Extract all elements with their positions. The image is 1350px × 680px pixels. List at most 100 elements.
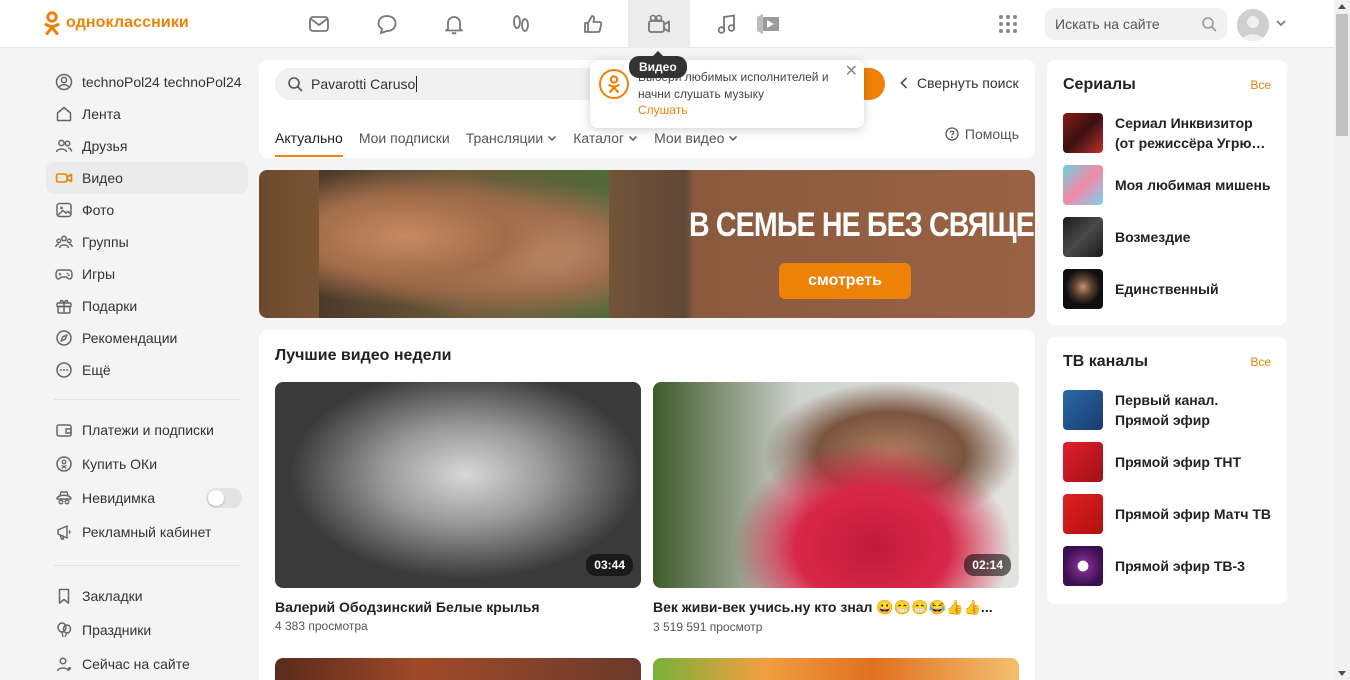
serial-item[interactable]: Сериал Инквизитор (от режиссёра Угрю… <box>1063 113 1275 153</box>
video-card[interactable]: 03:44 Валерий Ободзинский Белые крылья 4… <box>275 382 641 633</box>
sidebar-item-video[interactable]: Видео <box>46 162 248 194</box>
help-button[interactable]: Помощь <box>945 126 1019 142</box>
sidebar-item-ad-cabinet[interactable]: Рекламный кабинет <box>46 515 248 549</box>
tv-channel-item[interactable]: Прямой эфир ТВ-3 <box>1063 546 1275 586</box>
wallet-icon <box>54 420 74 440</box>
sidebar-item-buy-oki[interactable]: Купить ОКи <box>46 447 248 481</box>
sidebar-item-bookmarks[interactable]: Закладки <box>46 579 248 613</box>
avatar[interactable] <box>1237 9 1269 41</box>
games-icon[interactable] <box>737 0 799 48</box>
friends-icon <box>54 136 74 156</box>
sidebar-item-more[interactable]: Ещё <box>46 354 248 386</box>
guests-icon[interactable] <box>490 0 552 48</box>
coin-icon <box>54 454 74 474</box>
tab-actual[interactable]: Актуально <box>275 120 343 157</box>
chevron-down-icon <box>729 135 738 142</box>
notifications-icon[interactable] <box>423 0 485 48</box>
video-thumbnail[interactable]: 03:44 <box>275 382 641 588</box>
sidebar-item-invisible[interactable]: Невидимка <box>46 481 248 515</box>
sidebar-item-friends[interactable]: Друзья <box>46 130 248 162</box>
megaphone-icon <box>54 522 74 542</box>
sidebar-item-label: Видео <box>82 170 123 186</box>
see-all-link[interactable]: Все <box>1250 78 1271 92</box>
tab-label: Мои подписки <box>358 130 450 146</box>
left-sidebar: technoPol24 technoPol24 Лента Друзья Вид… <box>46 66 248 680</box>
sidebar-item-recommendations[interactable]: Рекомендации <box>46 322 248 354</box>
sidebar-item-label: Сейчас на сайте <box>82 656 190 672</box>
music-listen-link[interactable]: Слушать <box>638 103 687 117</box>
sidebar-item-gifts[interactable]: Подарки <box>46 290 248 322</box>
sidebar-item-groups[interactable]: Группы <box>46 226 248 258</box>
tab-subscriptions[interactable]: Мои подписки <box>359 120 450 156</box>
collapse-search-button[interactable]: Свернуть поиск <box>899 75 1019 91</box>
sidebar-item-payments[interactable]: Платежи и подписки <box>46 413 248 447</box>
close-icon[interactable]: ✕ <box>845 64 858 80</box>
banner-watch-button[interactable]: смотреть <box>779 263 911 299</box>
serial-item[interactable]: Единственный <box>1063 269 1275 309</box>
discussions-icon[interactable] <box>356 0 418 48</box>
panel-title: Сериалы <box>1063 76 1136 93</box>
video-title[interactable]: Век живи-век учись.ну кто знал 😀😁😁😂👍👍... <box>653 599 1019 616</box>
sidebar-item-photo[interactable]: Фото <box>46 194 248 226</box>
sidebar-item-feed[interactable]: Лента <box>46 98 248 130</box>
best-videos-section: Лучшие видео недели 03:44 Валерий Ободзи… <box>259 330 1035 680</box>
serial-item[interactable]: Возмездие <box>1063 217 1275 257</box>
text-cursor <box>416 76 418 92</box>
tv-channel-item[interactable]: Прямой эфир Матч ТВ <box>1063 494 1275 534</box>
see-all-link[interactable]: Все <box>1250 355 1271 369</box>
video-thumbnail[interactable]: 02:14 <box>653 382 1019 588</box>
sidebar-item-label: Друзья <box>82 138 128 154</box>
ok-logo[interactable]: одноклассники <box>44 11 189 35</box>
video-thumbnail[interactable] <box>275 658 641 680</box>
chevron-down-icon[interactable] <box>1275 17 1287 29</box>
gamepad-icon <box>54 264 74 284</box>
serial-name: Возмездие <box>1115 229 1191 245</box>
search-icon <box>288 77 303 92</box>
video-tooltip: Видео <box>629 51 687 78</box>
sidebar-divider <box>54 565 240 566</box>
serial-item[interactable]: Моя любимая мишень <box>1063 165 1275 205</box>
chevron-down-icon <box>629 135 638 142</box>
serial-name: Единственный <box>1115 281 1219 297</box>
tab-label: Мои видео <box>654 130 725 146</box>
messages-icon[interactable] <box>288 0 350 48</box>
apps-grid-icon[interactable] <box>998 14 1018 34</box>
banner-image <box>319 170 609 318</box>
tab-broadcasts[interactable]: Трансляции <box>466 120 557 156</box>
help-label: Помощь <box>964 126 1019 142</box>
video-card[interactable]: 02:14 Век живи-век учись.ну кто знал 😀😁😁… <box>653 382 1019 634</box>
invisible-toggle[interactable] <box>206 488 242 508</box>
video-views: 4 383 просмотра <box>275 619 368 633</box>
sidebar-item-profile[interactable]: technoPol24 technoPol24 <box>46 66 248 98</box>
video-title[interactable]: Валерий Ободзинский Белые крылья <box>275 599 641 615</box>
sidebar-item-label: Невидимка <box>82 490 155 506</box>
tv-channel-item[interactable]: Первый канал. Прямой эфир <box>1063 390 1275 430</box>
scrollbar-thumb[interactable] <box>1336 14 1348 136</box>
likes-icon[interactable] <box>562 0 624 48</box>
video-thumbnail[interactable] <box>653 658 1019 680</box>
sidebar-item-games[interactable]: Игры <box>46 258 248 290</box>
top-bar: одноклассники Искать на сайте <box>0 0 1334 48</box>
sidebar-item-online[interactable]: Сейчас на сайте <box>46 647 248 680</box>
tv-channel-item[interactable]: Прямой эфир ТНТ <box>1063 442 1275 482</box>
video-views: 3 519 591 просмотр <box>653 620 763 634</box>
search-icon <box>1202 17 1217 32</box>
chevron-down-icon <box>548 135 557 142</box>
serial-name: Моя любимая мишень <box>1115 177 1271 193</box>
sidebar-item-holidays[interactable]: Праздники <box>46 613 248 647</box>
scroll-down-arrow[interactable] <box>1338 671 1346 676</box>
panel-title: ТВ каналы <box>1063 353 1149 370</box>
tab-label: Трансляции <box>465 130 544 146</box>
tab-label: Каталог <box>573 130 625 146</box>
promo-banner[interactable]: В СЕМЬЕ НЕ БЕЗ СВЯЩЕННИКА смотреть <box>259 170 1035 318</box>
video-duration: 02:14 <box>964 554 1011 576</box>
video-camera-icon <box>54 168 74 188</box>
channel-name: Первый канал. Прямой эфир <box>1115 392 1219 428</box>
site-search-input[interactable]: Искать на сайте <box>1045 8 1227 40</box>
page-scrollbar[interactable] <box>1334 0 1350 680</box>
tab-label: Актуально <box>275 130 343 146</box>
video-icon[interactable] <box>628 0 690 48</box>
help-circle-icon <box>945 127 959 141</box>
channel-thumbnail <box>1063 390 1103 430</box>
scroll-up-arrow[interactable] <box>1338 4 1346 9</box>
